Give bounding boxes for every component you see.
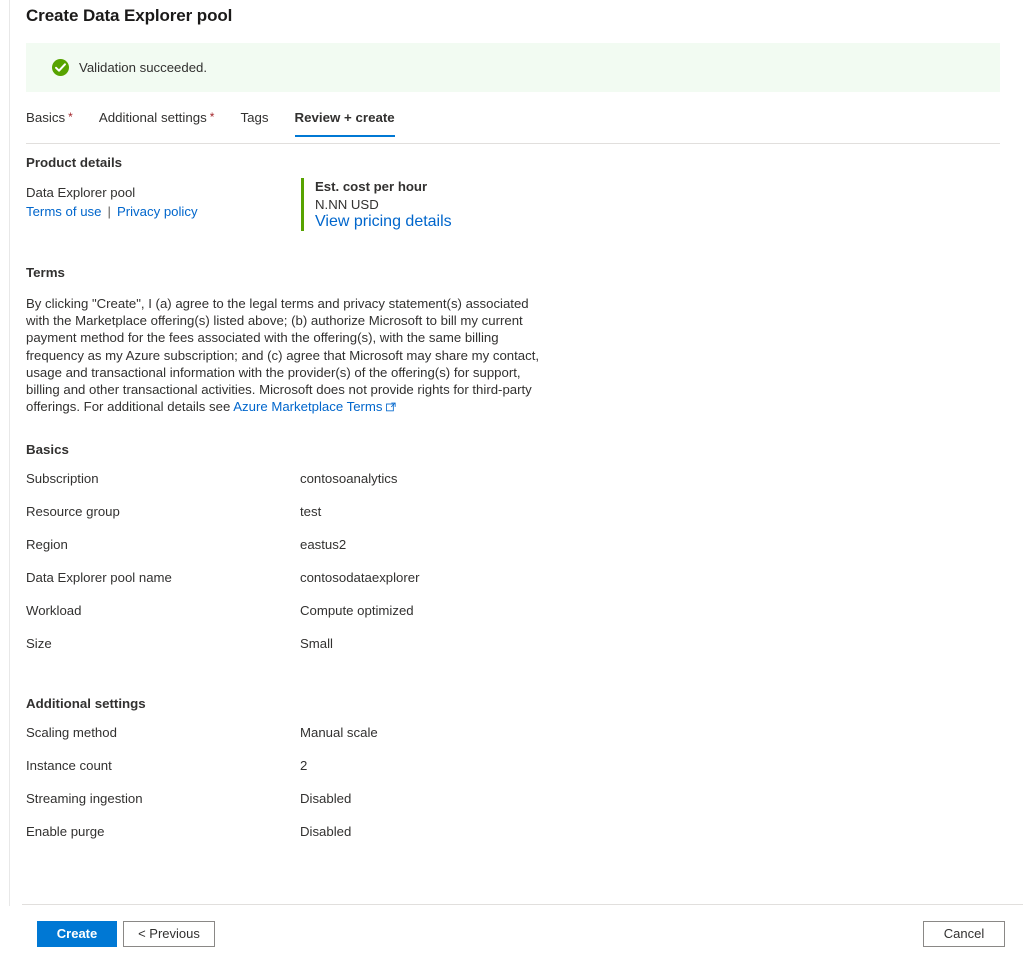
additional-settings-section: Additional settings Scaling method Manua…: [26, 696, 1005, 857]
basics-section: Basics Subscription contosoanalytics Res…: [26, 442, 1005, 669]
table-row: Data Explorer pool name contosodataexplo…: [26, 570, 1005, 603]
tab-basics-label: Basics: [26, 110, 65, 125]
table-row: Enable purge Disabled: [26, 824, 1005, 857]
wizard-tabs: Basics* Additional settings* Tags Review…: [26, 110, 1000, 144]
terms-heading: Terms: [26, 265, 1005, 280]
table-row: Instance count 2: [26, 758, 1005, 791]
product-name: Data Explorer pool: [26, 183, 1005, 202]
table-row: Subscription contosoanalytics: [26, 471, 1005, 504]
success-check-icon: [52, 59, 69, 76]
row-key: Data Explorer pool name: [26, 570, 300, 585]
page-title: Create Data Explorer pool: [26, 6, 232, 26]
row-value: 2: [300, 758, 1005, 773]
previous-button[interactable]: < Previous: [123, 921, 215, 947]
terms-body: By clicking "Create", I (a) agree to the…: [26, 295, 541, 415]
tab-additional-settings[interactable]: Additional settings*: [99, 110, 215, 136]
terms-body-text: By clicking "Create", I (a) agree to the…: [26, 296, 539, 414]
row-value: contosodataexplorer: [300, 570, 1005, 585]
row-key: Instance count: [26, 758, 300, 773]
row-key: Subscription: [26, 471, 300, 486]
row-key: Region: [26, 537, 300, 552]
row-value: eastus2: [300, 537, 1005, 552]
row-value: Small: [300, 636, 1005, 651]
product-details-section: Product details Data Explorer pool Terms…: [26, 155, 1005, 249]
blade-footer: Create < Previous Cancel: [22, 904, 1023, 958]
privacy-policy-link[interactable]: Privacy policy: [117, 204, 198, 219]
table-row: Scaling method Manual scale: [26, 725, 1005, 758]
row-key: Enable purge: [26, 824, 300, 839]
terms-of-use-link[interactable]: Terms of use: [26, 204, 102, 219]
review-content: Product details Data Explorer pool Terms…: [26, 155, 1005, 857]
estimated-cost-value: N.NN USD: [315, 196, 452, 214]
cancel-button[interactable]: Cancel: [923, 921, 1005, 947]
blade-content: Create Data Explorer pool Validation suc…: [11, 0, 1023, 958]
product-details-heading: Product details: [26, 155, 1005, 170]
table-row: Region eastus2: [26, 537, 1005, 570]
validation-banner: Validation succeeded.: [26, 43, 1000, 92]
table-row: Workload Compute optimized: [26, 603, 1005, 636]
tab-review-create[interactable]: Review + create: [295, 110, 395, 136]
external-link-icon[interactable]: [386, 402, 396, 412]
row-key: Workload: [26, 603, 300, 618]
row-value: Disabled: [300, 791, 1005, 806]
row-value: contosoanalytics: [300, 471, 1005, 486]
link-separator: |: [108, 204, 111, 219]
product-details-row: Data Explorer pool Terms of use | Privacy …: [26, 183, 1005, 249]
row-value: Compute optimized: [300, 603, 1005, 618]
product-links: Terms of use | Privacy policy: [26, 202, 1005, 221]
adjacent-blade-edge: [0, 0, 10, 906]
tab-basics[interactable]: Basics*: [26, 110, 73, 136]
validation-banner-text: Validation succeeded.: [79, 60, 207, 75]
additional-settings-heading: Additional settings: [26, 696, 1005, 711]
tab-tags[interactable]: Tags: [240, 110, 268, 136]
tab-additional-settings-required: *: [210, 110, 215, 124]
tab-review-create-label: Review + create: [295, 110, 395, 125]
azure-marketplace-terms-link[interactable]: Azure Marketplace Terms: [233, 399, 382, 414]
basics-heading: Basics: [26, 442, 1005, 457]
row-key: Scaling method: [26, 725, 300, 740]
view-pricing-details-link[interactable]: View pricing details: [315, 213, 452, 230]
row-key: Streaming ingestion: [26, 791, 300, 806]
create-data-explorer-pool-blade: Create Data Explorer pool Validation suc…: [0, 0, 1023, 958]
table-row: Streaming ingestion Disabled: [26, 791, 1005, 824]
table-row: Size Small: [26, 636, 1005, 669]
tab-basics-required: *: [68, 110, 73, 124]
row-key: Resource group: [26, 504, 300, 519]
create-button[interactable]: Create: [37, 921, 117, 947]
estimated-cost-title: Est. cost per hour: [315, 178, 452, 196]
row-key: Size: [26, 636, 300, 651]
estimated-cost-box: Est. cost per hour N.NN USD View pricing…: [301, 178, 452, 231]
row-value: Disabled: [300, 824, 1005, 839]
terms-section: Terms By clicking "Create", I (a) agree …: [26, 265, 1005, 415]
tab-additional-settings-label: Additional settings: [99, 110, 207, 125]
row-value: Manual scale: [300, 725, 1005, 740]
tab-tags-label: Tags: [240, 110, 268, 125]
table-row: Resource group test: [26, 504, 1005, 537]
row-value: test: [300, 504, 1005, 519]
